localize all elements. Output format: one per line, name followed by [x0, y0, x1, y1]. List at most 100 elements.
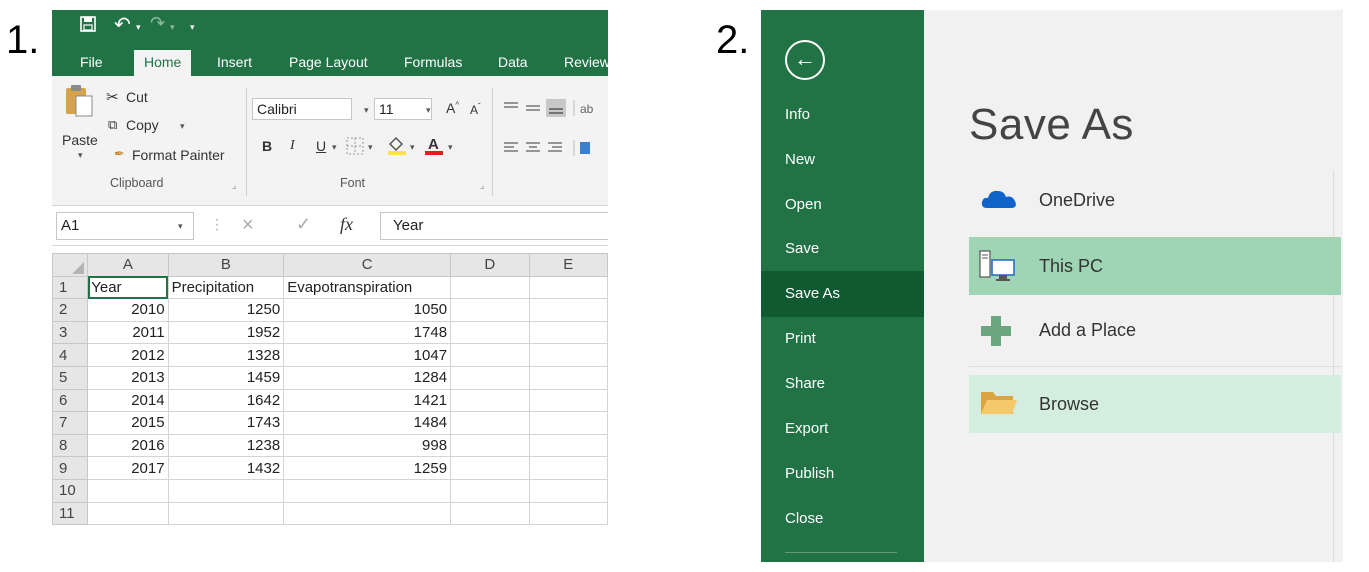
- cell[interactable]: [87, 501, 169, 526]
- insert-function-icon[interactable]: fx: [340, 214, 353, 235]
- browse-button[interactable]: Browse: [969, 375, 1341, 433]
- bold-button[interactable]: B: [262, 138, 272, 154]
- copy-dropdown-icon[interactable]: ▾: [180, 121, 185, 132]
- cell[interactable]: [450, 501, 530, 526]
- tab-data[interactable]: Data: [488, 50, 538, 76]
- cancel-icon[interactable]: ×: [242, 214, 254, 237]
- formula-input[interactable]: Year: [380, 212, 608, 240]
- cell[interactable]: [450, 478, 530, 503]
- cell[interactable]: 2017: [87, 456, 169, 480]
- cell[interactable]: [283, 478, 452, 503]
- column-header[interactable]: C: [283, 253, 452, 277]
- row-header[interactable]: 5: [52, 365, 89, 390]
- cell[interactable]: 2012: [87, 343, 169, 367]
- cell[interactable]: 1432: [167, 456, 285, 480]
- borders-icon[interactable]: [346, 137, 364, 155]
- font-size-dropdown[interactable]: 11: [374, 98, 432, 120]
- font-color-icon[interactable]: A: [424, 134, 444, 156]
- cell[interactable]: [450, 298, 530, 322]
- nav-item-print[interactable]: Print: [761, 316, 924, 362]
- cell[interactable]: 2013: [87, 365, 169, 390]
- copy-button[interactable]: Copy: [126, 117, 159, 133]
- undo-dropdown-icon[interactable]: ▾: [136, 22, 141, 33]
- location-this-pc[interactable]: This PC: [969, 237, 1341, 295]
- cut-button[interactable]: Cut: [126, 89, 148, 105]
- enter-icon[interactable]: ✓: [296, 214, 311, 235]
- nav-item-info[interactable]: Info: [761, 92, 924, 138]
- cell[interactable]: 2014: [87, 388, 169, 413]
- cell[interactable]: 2015: [87, 411, 169, 435]
- cell[interactable]: [528, 411, 608, 435]
- redo-icon[interactable]: ↷: [150, 13, 165, 34]
- row-header[interactable]: 9: [52, 456, 89, 480]
- cell[interactable]: Evapotranspiration: [283, 275, 452, 300]
- tab-insert[interactable]: Insert: [207, 50, 262, 76]
- decrease-font-size-icon[interactable]: Aˇ: [470, 102, 481, 117]
- cell[interactable]: 2016: [87, 433, 169, 458]
- cell[interactable]: [528, 456, 608, 480]
- row-header[interactable]: 10: [52, 478, 89, 503]
- cell[interactable]: [87, 478, 169, 503]
- cell[interactable]: [528, 275, 608, 300]
- paste-icon[interactable]: [64, 84, 94, 118]
- font-name-dropdown-icon[interactable]: ▾: [364, 105, 369, 116]
- cell[interactable]: 1259: [283, 456, 452, 480]
- cell[interactable]: [528, 433, 608, 458]
- row-header[interactable]: 11: [52, 501, 89, 526]
- tab-review[interactable]: Review: [554, 50, 608, 76]
- cell[interactable]: 1743: [167, 411, 285, 435]
- cell[interactable]: 1642: [167, 388, 285, 413]
- italic-button[interactable]: I: [290, 138, 295, 154]
- tab-formulas[interactable]: Formulas: [394, 50, 472, 76]
- font-size-dropdown-icon[interactable]: ▾: [426, 105, 431, 116]
- cell[interactable]: 1952: [167, 320, 285, 345]
- cell[interactable]: 1421: [283, 388, 452, 413]
- cell[interactable]: [450, 433, 530, 458]
- cell[interactable]: 1050: [283, 298, 452, 322]
- cell[interactable]: [528, 388, 608, 413]
- column-header[interactable]: B: [167, 253, 285, 277]
- horizontal-align-icons[interactable]: [502, 138, 602, 158]
- font-name-dropdown[interactable]: Calibri: [252, 98, 352, 120]
- row-header[interactable]: 6: [52, 388, 89, 413]
- row-header[interactable]: 8: [52, 433, 89, 458]
- row-header[interactable]: 1: [52, 275, 89, 300]
- tab-page-layout[interactable]: Page Layout: [279, 50, 378, 76]
- cell[interactable]: [528, 501, 608, 526]
- save-icon[interactable]: [80, 16, 96, 37]
- fill-color-icon[interactable]: [386, 134, 408, 156]
- cell[interactable]: 1250: [167, 298, 285, 322]
- name-box-dropdown-icon[interactable]: ▾: [178, 221, 183, 232]
- redo-dropdown-icon[interactable]: ▾: [170, 22, 175, 33]
- location-onedrive[interactable]: OneDrive: [969, 171, 1341, 229]
- cell[interactable]: 1238: [167, 433, 285, 458]
- cell[interactable]: [450, 411, 530, 435]
- font-color-dropdown-icon[interactable]: ▾: [448, 142, 453, 153]
- add-a-place-button[interactable]: Add a Place: [969, 301, 1341, 359]
- row-header[interactable]: 7: [52, 411, 89, 435]
- nav-item-new[interactable]: New: [761, 137, 924, 183]
- paste-dropdown-icon[interactable]: ▾: [78, 150, 83, 161]
- cell[interactable]: 2011: [87, 320, 169, 345]
- name-box[interactable]: A1: [56, 212, 194, 240]
- cell[interactable]: [528, 298, 608, 322]
- underline-dropdown-icon[interactable]: ▾: [332, 142, 337, 153]
- format-painter-button[interactable]: Format Painter: [132, 147, 225, 163]
- cell[interactable]: [283, 501, 452, 526]
- fill-color-dropdown-icon[interactable]: ▾: [410, 142, 415, 153]
- top-align-icons[interactable]: ab: [502, 98, 602, 118]
- column-header[interactable]: E: [528, 253, 608, 277]
- cell[interactable]: Precipitation: [167, 275, 285, 300]
- cell[interactable]: [450, 275, 530, 300]
- tab-home[interactable]: Home: [134, 50, 192, 76]
- increase-font-size-icon[interactable]: A^: [446, 100, 459, 116]
- cell[interactable]: [450, 456, 530, 480]
- font-launcher-icon[interactable]: ⌟: [480, 180, 484, 191]
- cell[interactable]: 1328: [167, 343, 285, 367]
- nav-item-save[interactable]: Save: [761, 226, 924, 272]
- cell[interactable]: [450, 365, 530, 390]
- paste-button[interactable]: Paste: [62, 132, 98, 148]
- borders-dropdown-icon[interactable]: ▾: [368, 142, 373, 153]
- cell[interactable]: 1748: [283, 320, 452, 345]
- cell[interactable]: [167, 501, 285, 526]
